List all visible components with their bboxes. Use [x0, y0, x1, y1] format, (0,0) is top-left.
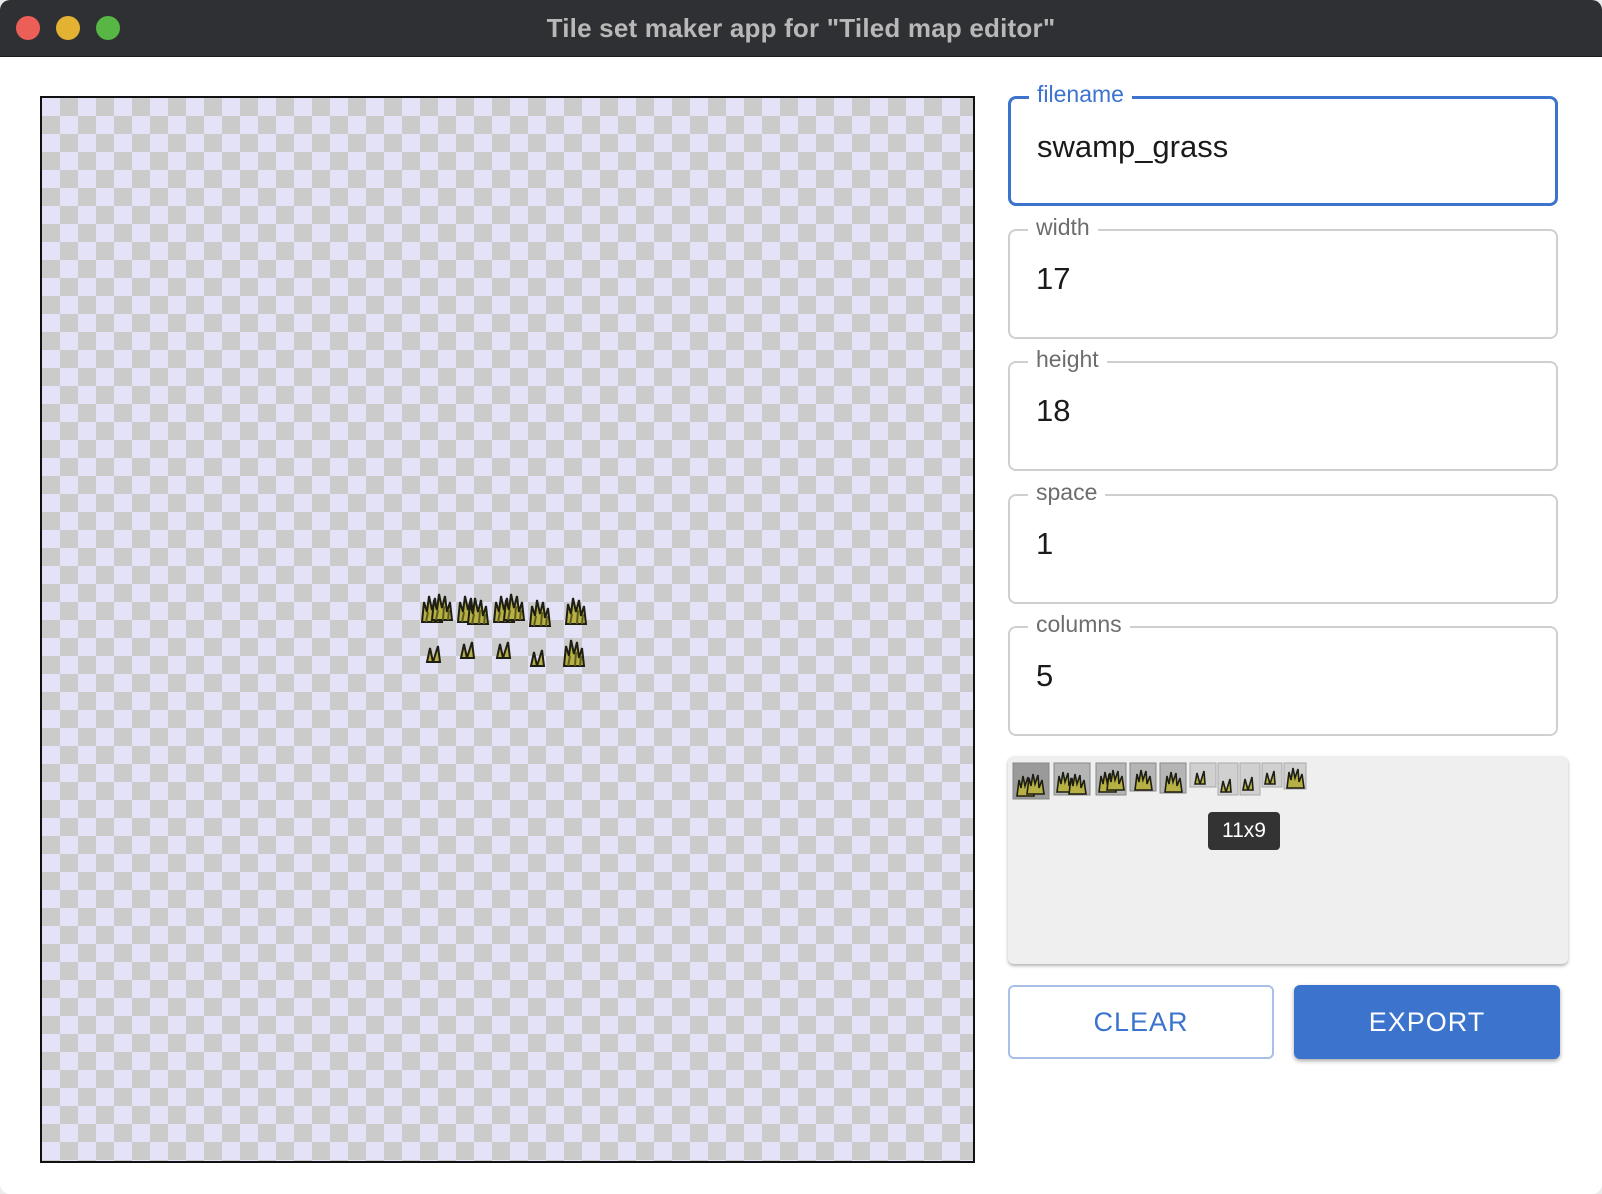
preview-tile[interactable]	[1012, 762, 1050, 800]
tile-preview-panel: 11x9	[1008, 756, 1568, 964]
app-window: Tile set maker app for "Tiled map editor…	[0, 0, 1602, 1194]
grass-tile	[493, 593, 525, 623]
space-field[interactable]: space	[1008, 479, 1558, 604]
columns-field[interactable]: columns	[1008, 611, 1558, 736]
maximize-window-button[interactable]	[96, 16, 120, 40]
preview-tile[interactable]	[1053, 762, 1091, 796]
preview-tile[interactable]	[1095, 762, 1127, 796]
export-button[interactable]: EXPORT	[1294, 985, 1560, 1059]
preview-tile[interactable]	[1217, 762, 1239, 796]
space-label: space	[1028, 479, 1106, 506]
height-label: height	[1028, 346, 1107, 373]
preview-tile[interactable]	[1159, 762, 1187, 794]
tileset-canvas[interactable]	[40, 96, 975, 1163]
tile-size-tooltip: 11x9	[1208, 812, 1280, 850]
columns-label: columns	[1028, 611, 1130, 638]
height-input[interactable]	[1036, 393, 1536, 429]
grass-tile	[530, 649, 545, 667]
grass-tile	[421, 593, 453, 623]
filename-input[interactable]	[1037, 129, 1537, 165]
preview-tile[interactable]	[1261, 762, 1283, 788]
columns-input[interactable]	[1036, 658, 1536, 694]
sprite-sheet	[421, 593, 587, 667]
preview-tile[interactable]	[1129, 762, 1157, 792]
preview-tile[interactable]	[1189, 762, 1217, 788]
filename-label: filename	[1029, 81, 1132, 108]
width-label: width	[1028, 214, 1098, 241]
clear-button[interactable]: CLEAR	[1008, 985, 1274, 1059]
minimize-window-button[interactable]	[56, 16, 80, 40]
width-input[interactable]	[1036, 261, 1536, 297]
grass-tile	[426, 645, 441, 663]
window-title: Tile set maker app for "Tiled map editor…	[546, 12, 1056, 43]
close-window-button[interactable]	[16, 16, 40, 40]
grass-tile	[565, 597, 587, 625]
width-field[interactable]: width	[1008, 214, 1558, 339]
preview-tile[interactable]	[1283, 762, 1307, 790]
grass-tile	[496, 641, 511, 659]
grass-tile	[563, 639, 585, 667]
grass-tile	[529, 599, 551, 627]
space-input[interactable]	[1036, 526, 1536, 562]
preview-tile[interactable]	[1239, 762, 1261, 796]
tile-preview-strip	[1012, 762, 1307, 800]
height-field[interactable]: height	[1008, 346, 1558, 471]
grass-tile	[460, 641, 475, 659]
grass-tile	[457, 595, 489, 625]
title-bar: Tile set maker app for "Tiled map editor…	[0, 0, 1602, 57]
filename-field[interactable]: filename	[1008, 81, 1558, 206]
